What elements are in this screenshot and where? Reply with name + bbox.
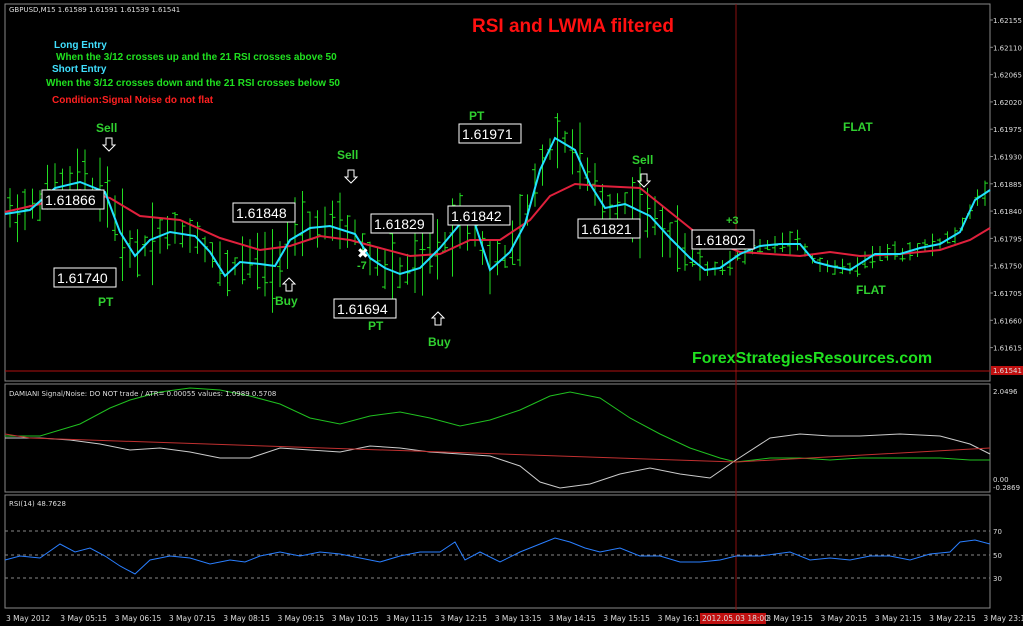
symbol-info: GBPUSD,M15 1.61589 1.61591 1.61539 1.615… bbox=[9, 6, 180, 14]
flat-label-2: FLAT bbox=[856, 283, 886, 297]
price-axis-tick: 1.61615 bbox=[993, 345, 1022, 353]
sell-label-2: Sell bbox=[337, 148, 358, 162]
damiani-max: 2.0496 bbox=[993, 388, 1018, 396]
pt-label-2: PT bbox=[368, 319, 384, 333]
time-axis-label: 3 May 05:15 bbox=[60, 614, 107, 623]
chart-title: RSI and LWMA filtered bbox=[472, 16, 674, 37]
price-label-3: 1.61848 bbox=[236, 205, 287, 221]
buy-label-2: Buy bbox=[428, 335, 451, 349]
time-axis-label: 3 May 21:15 bbox=[875, 614, 922, 623]
time-axis-label: 3 May 14:15 bbox=[549, 614, 596, 623]
time-axis-label: 3 May 07:15 bbox=[169, 614, 216, 623]
rsi-axis-30: 30 bbox=[993, 575, 1002, 583]
rsi-panel[interactable] bbox=[4, 494, 991, 609]
exit-cross-icon: ✖ bbox=[357, 246, 369, 262]
plus-3-label: +3 bbox=[726, 215, 739, 227]
price-label-5: 1.61694 bbox=[337, 301, 388, 317]
legend-condition: Condition:Signal Noise do not flat bbox=[52, 95, 214, 106]
time-axis: 3 May 2012 3 May 05:15 3 May 06:15 3 May 07… bbox=[6, 614, 1023, 623]
price-axis-tick: 1.61705 bbox=[993, 290, 1022, 298]
legend-long-rule: When the 3/12 crosses up and the 21 RSI … bbox=[56, 52, 337, 63]
time-axis-label: 3 May 06:15 bbox=[115, 614, 162, 623]
time-axis-label: 3 May 13:15 bbox=[495, 614, 542, 623]
price-label-6: 1.61842 bbox=[451, 208, 502, 224]
time-axis-label: 3 May 15:15 bbox=[603, 614, 650, 623]
price-axis: 1.62155 1.62110 1.62065 1.62020 1.61975 1.619… bbox=[990, 17, 1022, 353]
time-axis-label: 3 May 08:15 bbox=[223, 614, 270, 623]
pt-label-1: PT bbox=[98, 295, 114, 309]
price-axis-tick: 1.62065 bbox=[993, 72, 1022, 80]
damiani-zero: 0.00 bbox=[993, 476, 1009, 484]
time-axis-label: 3 May 19:15 bbox=[766, 614, 813, 623]
time-axis-label: 3 May 09:15 bbox=[278, 614, 325, 623]
rsi-indicator-label: RSI(14) 48.7628 bbox=[9, 500, 66, 508]
chart-window[interactable]: 1.62155 1.62110 1.62065 1.62020 1.61975 1.619… bbox=[0, 0, 1023, 626]
rsi-axis-70: 70 bbox=[993, 528, 1002, 536]
price-axis-tick: 1.61885 bbox=[993, 181, 1022, 189]
price-axis-tick: 1.61975 bbox=[993, 126, 1022, 134]
legend-short-rule: When the 3/12 crosses down and the 21 RS… bbox=[46, 78, 340, 89]
watermark-text: ForexStrategiesResources.com bbox=[692, 350, 932, 367]
price-axis-tick: 1.62020 bbox=[993, 99, 1022, 107]
price-axis-tick: 1.62110 bbox=[993, 44, 1022, 52]
price-axis-tick: 1.61795 bbox=[993, 235, 1022, 243]
price-axis-tick: 1.61660 bbox=[993, 317, 1022, 325]
sell-label-3: Sell bbox=[632, 153, 653, 167]
price-label-7: 1.61971 bbox=[462, 126, 513, 142]
rsi-axis-50: 50 bbox=[993, 552, 1002, 560]
sell-label-1: Sell bbox=[96, 121, 117, 135]
time-axis-label: 3 May 22:15 bbox=[929, 614, 976, 623]
buy-label-1: Buy bbox=[275, 294, 298, 308]
time-axis-label: 3 May 16:15 bbox=[658, 614, 705, 623]
time-axis-label: 3 May 20:15 bbox=[821, 614, 868, 623]
damiani-panel[interactable] bbox=[4, 383, 991, 493]
current-price-label: 1.61541 bbox=[993, 367, 1022, 375]
legend-short-entry: Short Entry bbox=[52, 64, 107, 75]
price-label-9: 1.61802 bbox=[695, 232, 746, 248]
time-axis-label: 3 May 11:15 bbox=[386, 614, 433, 623]
time-axis-label: 3 May 2012 bbox=[6, 614, 50, 623]
flat-label-1: FLAT bbox=[843, 120, 873, 134]
price-label-4: 1.61829 bbox=[374, 216, 425, 232]
price-axis-tick: 1.61750 bbox=[993, 263, 1022, 271]
pt-label-3: PT bbox=[469, 109, 485, 123]
price-axis-tick: 1.61930 bbox=[993, 154, 1022, 162]
price-label-1: 1.61866 bbox=[45, 192, 96, 208]
price-axis-tick: 1.62155 bbox=[993, 17, 1022, 25]
price-axis-tick: 1.61840 bbox=[993, 208, 1022, 216]
damiani-min: -0.2869 bbox=[993, 484, 1020, 492]
price-label-8: 1.61821 bbox=[581, 221, 632, 237]
time-axis-label: 3 May 12:15 bbox=[440, 614, 487, 623]
damiani-indicator-label: DAMIANI Signal/Noise: DO NOT trade / ATR… bbox=[9, 390, 276, 398]
legend-long-entry: Long Entry bbox=[54, 40, 107, 51]
time-axis-label: 3 May 10:15 bbox=[332, 614, 379, 623]
price-label-2: 1.61740 bbox=[57, 270, 108, 286]
cursor-time-label: 2012.05.03 18:00 bbox=[702, 614, 769, 623]
time-axis-label: 3 May 23:15 bbox=[983, 614, 1023, 623]
